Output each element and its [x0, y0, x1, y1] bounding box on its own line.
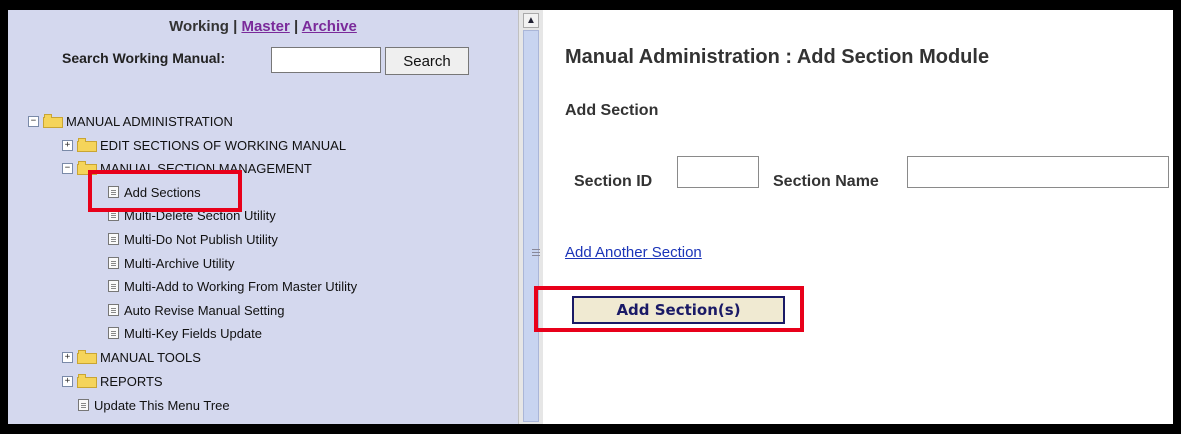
- document-icon: [108, 257, 119, 269]
- tree-node-label: EDIT SECTIONS OF WORKING MANUAL: [100, 137, 347, 153]
- add-sections-button[interactable]: Add Section(s): [572, 296, 785, 324]
- left-navigation-panel: Working | Master | Archive Search Workin…: [8, 10, 518, 424]
- tree-node-label: MANUAL SECTION MANAGEMENT: [100, 160, 312, 176]
- document-icon: [108, 186, 119, 198]
- folder-icon: [77, 374, 97, 388]
- tree-node-manual-tools[interactable]: + MANUAL TOOLS: [62, 347, 201, 367]
- expand-icon[interactable]: +: [62, 375, 73, 387]
- document-icon: [108, 233, 119, 245]
- collapse-icon[interactable]: −: [62, 162, 73, 174]
- tree-node-label: MANUAL ADMINISTRATION: [66, 113, 233, 129]
- main-content-panel: Manual Administration : Add Section Modu…: [534, 10, 1173, 424]
- manual-view-tabs: Working | Master | Archive: [8, 18, 518, 35]
- tree-item-multi-key-fields[interactable]: Multi-Key Fields Update: [108, 323, 262, 343]
- folder-open-icon: [77, 161, 97, 175]
- tree-node-section-management[interactable]: − MANUAL SECTION MANAGEMENT: [62, 158, 312, 178]
- tree-item-label: Auto Revise Manual Setting: [124, 302, 285, 318]
- tree-item-add-sections[interactable]: Add Sections: [108, 182, 201, 202]
- page-title: Manual Administration : Add Section Modu…: [565, 46, 990, 68]
- tree-item-label: Multi-Key Fields Update: [124, 325, 262, 341]
- tree-item-multi-add-to-working[interactable]: Multi-Add to Working From Master Utility: [108, 276, 357, 296]
- document-icon: [108, 209, 119, 221]
- app-window: Working | Master | Archive Search Workin…: [0, 0, 1181, 434]
- collapse-icon[interactable]: −: [28, 115, 39, 127]
- tab-separator: |: [289, 18, 302, 35]
- tree-item-label: Multi-Add to Working From Master Utility: [124, 278, 358, 294]
- add-another-section-link[interactable]: Add Another Section: [565, 244, 702, 261]
- document-icon: [78, 399, 89, 411]
- tab-working: Working: [169, 18, 229, 35]
- tree-item-label: Multi-Delete Section Utility: [124, 207, 276, 223]
- tab-separator: |: [228, 18, 242, 35]
- scrollbar-thumb[interactable]: [523, 30, 540, 422]
- window-border: [1173, 0, 1181, 434]
- folder-open-icon: [43, 114, 63, 128]
- scroll-up-arrow-icon[interactable]: ▲: [523, 13, 539, 28]
- section-id-field[interactable]: [677, 156, 759, 188]
- search-input[interactable]: [271, 47, 381, 73]
- tree-node-manual-administration[interactable]: − MANUAL ADMINISTRATION: [28, 111, 233, 131]
- tree-node-reports[interactable]: + REPORTS: [62, 371, 163, 391]
- tree-node-label: REPORTS: [100, 373, 163, 389]
- tree-item-label: Update This Menu Tree: [94, 397, 230, 413]
- tree-item-update-menu-tree[interactable]: Update This Menu Tree: [78, 395, 230, 415]
- document-icon: [108, 327, 119, 339]
- search-button[interactable]: Search: [385, 47, 469, 75]
- expand-icon[interactable]: +: [62, 139, 73, 151]
- search-label: Search Working Manual:: [62, 50, 226, 66]
- tree-item-multi-delete[interactable]: Multi-Delete Section Utility: [108, 205, 276, 225]
- tree-item-label: Add Sections: [124, 184, 201, 200]
- tree-node-edit-sections[interactable]: + EDIT SECTIONS OF WORKING MANUAL: [62, 135, 346, 155]
- document-icon: [108, 304, 119, 316]
- section-name-label: Section Name: [773, 173, 879, 190]
- vertical-scrollbar[interactable]: ▲: [518, 10, 543, 424]
- tree-item-label: Multi-Archive Utility: [124, 255, 235, 271]
- expand-icon[interactable]: +: [62, 351, 73, 363]
- tree-item-auto-revise[interactable]: Auto Revise Manual Setting: [108, 300, 284, 320]
- section-heading: Add Section: [565, 102, 659, 119]
- document-icon: [108, 280, 119, 292]
- section-id-label: Section ID: [574, 173, 653, 190]
- section-name-field[interactable]: [907, 156, 1169, 188]
- tab-master-link[interactable]: Master: [241, 18, 289, 35]
- folder-icon: [77, 138, 97, 152]
- tree-item-label: Multi-Do Not Publish Utility: [124, 231, 278, 247]
- tree-item-multi-archive[interactable]: Multi-Archive Utility: [108, 253, 235, 273]
- folder-icon: [77, 350, 97, 364]
- scroll-grip-icon: [532, 249, 540, 250]
- tree-node-label: MANUAL TOOLS: [100, 349, 201, 365]
- tab-archive-link[interactable]: Archive: [302, 18, 357, 35]
- tree-item-multi-do-not-publish[interactable]: Multi-Do Not Publish Utility: [108, 229, 278, 249]
